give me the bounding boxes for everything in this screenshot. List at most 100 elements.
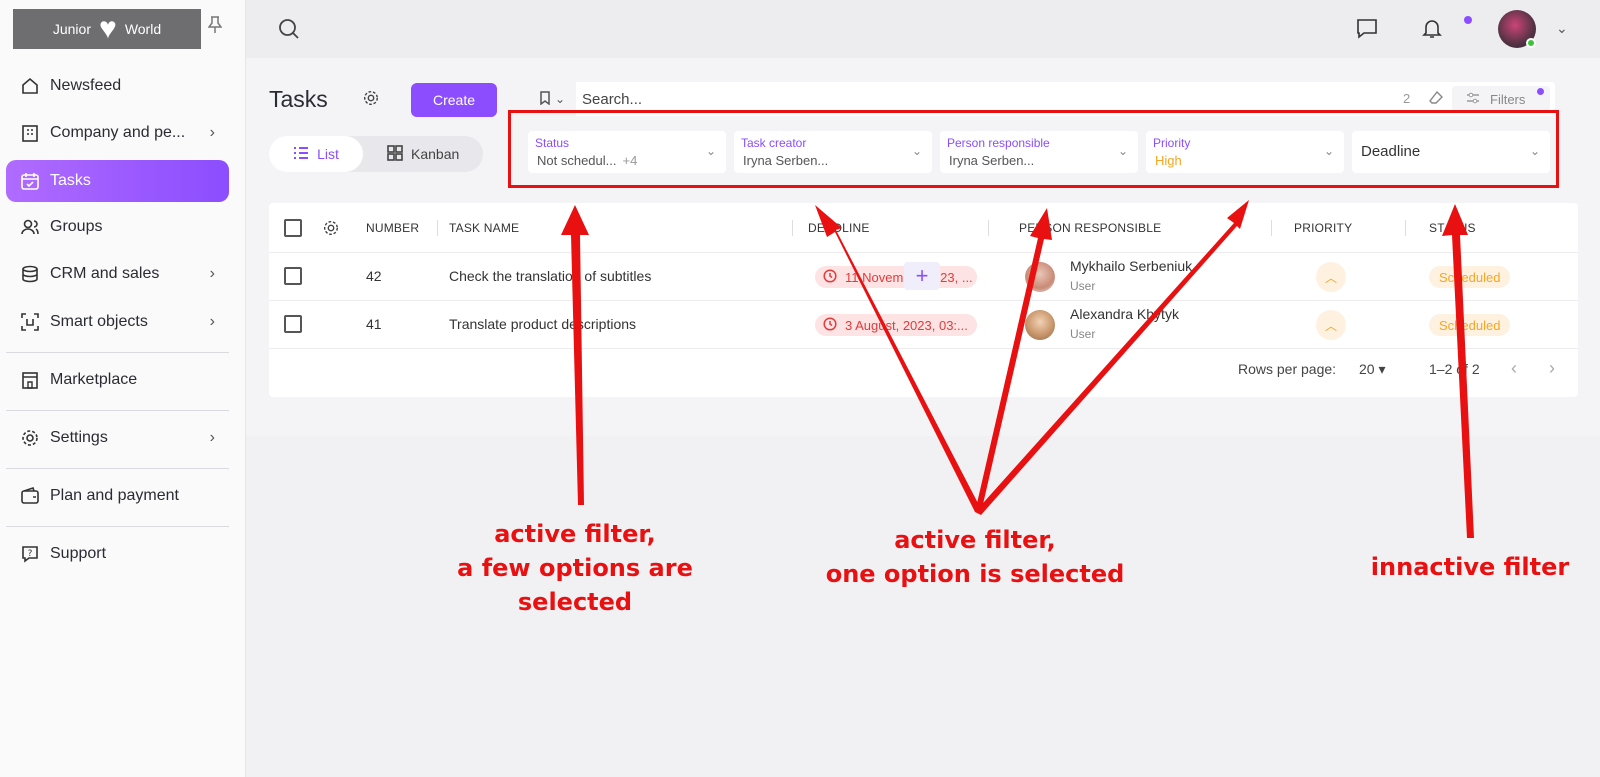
building-icon xyxy=(20,123,40,143)
column-header-priority[interactable]: PRIORITY xyxy=(1294,221,1352,235)
sidebar-item-groups[interactable]: Groups xyxy=(6,206,229,248)
sidebar-item-plan[interactable]: Plan and payment xyxy=(6,475,229,517)
column-header-task-name[interactable]: TASK NAME xyxy=(449,221,519,235)
calendar-icon xyxy=(20,171,40,191)
filters-label: Filters xyxy=(1490,91,1526,107)
divider xyxy=(6,468,229,469)
column-divider xyxy=(988,220,989,236)
tab-list-label: List xyxy=(317,146,339,162)
gear-icon[interactable] xyxy=(362,89,380,112)
row-checkbox[interactable] xyxy=(284,315,302,333)
column-divider xyxy=(437,220,438,236)
column-divider xyxy=(1271,220,1272,236)
search-input[interactable] xyxy=(582,86,1362,112)
task-name[interactable]: Check the translation of subtitles xyxy=(449,268,651,284)
home-icon xyxy=(20,76,40,96)
wallet-icon xyxy=(20,486,40,506)
chevron-down-icon: ⌄ xyxy=(554,92,566,106)
sidebar-item-crm[interactable]: CRM and sales › xyxy=(6,253,229,295)
tab-kanban[interactable]: Kanban xyxy=(387,136,483,172)
row-checkbox[interactable] xyxy=(284,267,302,285)
add-icon[interactable]: + xyxy=(904,262,940,290)
person-role: User xyxy=(1070,279,1096,293)
clock-icon xyxy=(823,316,837,334)
rows-per-page-select[interactable]: 20 ▾ xyxy=(1359,361,1386,378)
person-role: User xyxy=(1070,327,1096,341)
sidebar-item-label: Support xyxy=(50,545,107,562)
help-icon: ? xyxy=(20,544,40,564)
annotation-text-right: innactive filter xyxy=(1370,553,1570,581)
prev-page-icon[interactable]: ‹ xyxy=(1511,358,1517,379)
sidebar-item-label: Groups xyxy=(50,218,103,235)
column-divider xyxy=(1405,220,1406,236)
scan-icon xyxy=(20,312,40,332)
sidebar-item-company[interactable]: Company and pe... › xyxy=(6,112,229,154)
priority-high-icon: ︿ xyxy=(1316,262,1346,292)
store-icon xyxy=(20,370,40,390)
sidebar-item-tasks[interactable]: Tasks xyxy=(6,160,229,202)
create-button[interactable]: Create xyxy=(411,83,497,117)
grid-icon xyxy=(387,144,403,164)
annotation-text-left: active filter, a few options are selecte… xyxy=(457,520,693,616)
bookmark-icon xyxy=(539,90,551,108)
pagination-range: 1–2 of 2 xyxy=(1429,361,1480,377)
caret-down-icon: ▾ xyxy=(1378,361,1386,377)
chevron-right-icon: › xyxy=(209,265,215,282)
person-name[interactable]: Alexandra Khytyk xyxy=(1070,306,1179,322)
sidebar-item-newsfeed[interactable]: Newsfeed xyxy=(6,65,229,107)
sidebar-item-label: Company and pe... xyxy=(50,124,186,141)
sidebar-item-label: Plan and payment xyxy=(50,487,179,504)
next-page-icon[interactable]: › xyxy=(1549,358,1555,379)
logo[interactable]: Junior ♥ World xyxy=(13,9,201,49)
sidebar-item-support[interactable]: ? Support xyxy=(6,533,229,575)
tab-list[interactable]: List xyxy=(269,136,363,172)
divider xyxy=(6,526,229,527)
view-toggle: List Kanban xyxy=(269,136,483,172)
column-header-number[interactable]: NUMBER xyxy=(366,221,419,235)
select-all-checkbox[interactable] xyxy=(284,219,302,237)
avatar xyxy=(1025,262,1055,292)
eraser-icon[interactable] xyxy=(1428,90,1444,111)
bell-icon[interactable] xyxy=(1421,17,1443,44)
sidebar-item-label: Settings xyxy=(50,429,108,446)
avatar xyxy=(1025,310,1055,340)
svg-text:?: ? xyxy=(28,549,33,559)
status-badge: Scheduled xyxy=(1429,266,1511,288)
pin-icon[interactable] xyxy=(207,16,224,36)
sidebar-item-marketplace[interactable]: Marketplace xyxy=(6,359,229,401)
logo-text-right: World xyxy=(124,21,162,37)
gear-icon[interactable] xyxy=(322,219,340,242)
sidebar-item-settings[interactable]: Settings › xyxy=(6,417,229,459)
chevron-right-icon: › xyxy=(209,429,215,446)
deadline-badge: 11 November 2023, ... xyxy=(815,266,977,288)
column-header-person-responsible[interactable]: PERSON RESPONSIBLE xyxy=(1019,221,1161,235)
filters-button[interactable]: Filters xyxy=(1452,86,1550,112)
deadline-badge: 3 August, 2023, 03:... xyxy=(815,314,977,336)
database-icon xyxy=(20,264,40,284)
filters-active-dot xyxy=(1537,88,1544,95)
chevron-right-icon: › xyxy=(209,313,215,330)
table-row[interactable]: 41 Translate product descriptions 3 Augu… xyxy=(269,301,1578,349)
sidebar-item-smart-objects[interactable]: Smart objects › xyxy=(6,301,229,343)
task-number: 41 xyxy=(366,316,382,332)
column-header-deadline[interactable]: DEADLINE xyxy=(808,221,870,235)
deadline-text: 3 August, 2023, 03:... xyxy=(845,317,968,333)
online-status-dot xyxy=(1526,38,1536,48)
status-badge: Scheduled xyxy=(1429,314,1511,336)
search-icon[interactable] xyxy=(278,18,300,45)
column-header-status[interactable]: STATUS xyxy=(1429,221,1476,235)
chevron-right-icon: › xyxy=(209,124,215,141)
logo-text-left: Junior xyxy=(52,21,91,37)
chevron-down-icon[interactable]: ⌄ xyxy=(1556,20,1568,37)
priority-high-icon: ︿ xyxy=(1316,310,1346,340)
clock-icon xyxy=(823,268,837,286)
sidebar-item-label: Marketplace xyxy=(50,371,138,388)
chat-icon[interactable] xyxy=(1356,17,1378,44)
heart-icon: ♥ xyxy=(99,12,117,45)
annotation-box xyxy=(508,110,1559,188)
person-name[interactable]: Mykhailo Serbeniuk xyxy=(1070,258,1192,274)
sidebar: Junior ♥ World Newsfeed Company and pe..… xyxy=(0,0,246,777)
task-name[interactable]: Translate product descriptions xyxy=(449,316,636,332)
sidebar-item-label: Tasks xyxy=(50,172,91,189)
active-filter-count: 2 xyxy=(1403,91,1411,106)
